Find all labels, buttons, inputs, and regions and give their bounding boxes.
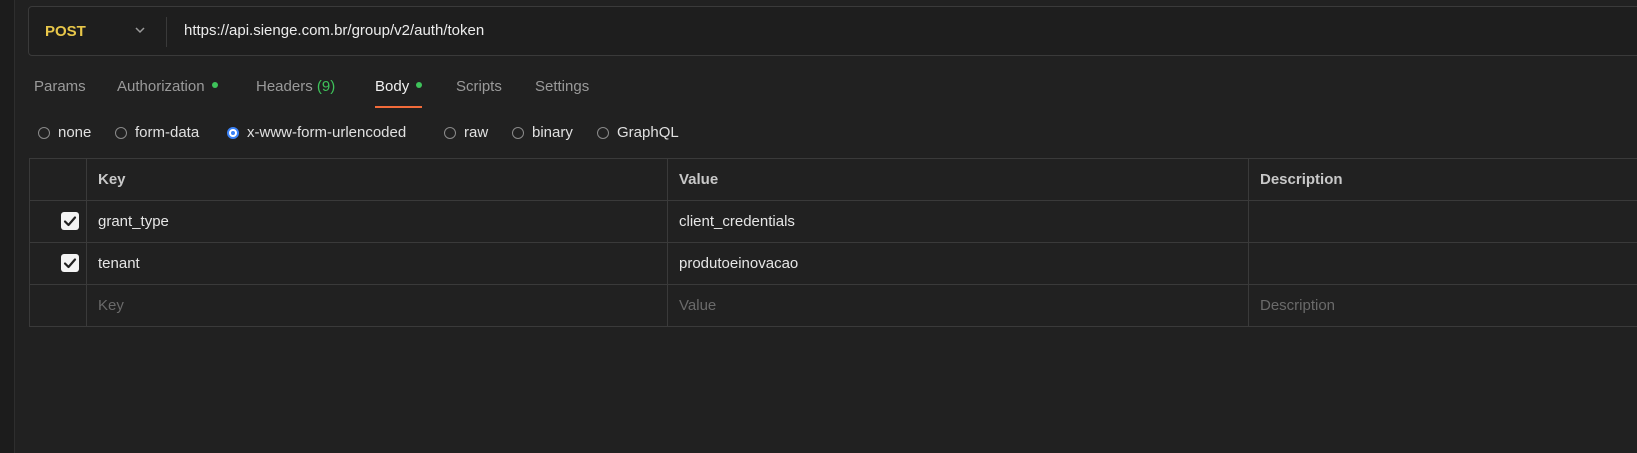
tab-authorization[interactable]: Authorization [117,78,218,108]
radio-selected-icon [227,126,239,139]
table-row: grant_type client_credentials [29,201,1637,243]
description-input[interactable] [1248,243,1637,284]
description-input[interactable] [1248,201,1637,242]
request-url-bar: POST https://api.sienge.com.br/group/v2/… [28,6,1637,56]
radio-x-www-form-urlencoded[interactable]: x-www-form-urlencoded [227,124,406,141]
checkmark-icon [63,216,77,227]
url-divider [166,17,167,47]
radio-circle-icon [115,126,127,139]
radio-circle-icon [444,126,456,139]
new-key-input[interactable]: Key [86,285,667,326]
radio-graphql[interactable]: GraphQL [597,124,679,141]
table-row-new: Key Value Description [29,285,1637,327]
row-check-cell [29,201,86,242]
value-input[interactable]: produtoeinovacao [667,243,1248,284]
radio-label: binary [532,124,573,141]
active-tab-underline [375,106,423,108]
tab-label: Headers [256,78,313,95]
radio-circle-icon [38,126,50,139]
key-input[interactable]: grant_type [86,201,667,242]
radio-circle-icon [512,126,524,139]
status-dot-icon [416,82,423,89]
status-dot-icon [211,82,218,89]
tab-settings[interactable]: Settings [535,78,589,108]
radio-label: form-data [135,124,200,141]
value-input[interactable]: client_credentials [667,201,1248,242]
column-header-key: Key [86,159,667,200]
radio-label: GraphQL [617,124,679,141]
chevron-down-icon[interactable] [133,23,147,37]
tab-headers[interactable]: Headers (9) [256,78,335,108]
key-input[interactable]: tenant [86,243,667,284]
body-params-table: Key Value Description grant_type client_… [29,158,1637,327]
tab-label: Body [375,78,410,95]
new-value-input[interactable]: Value [667,285,1248,326]
radio-none[interactable]: none [38,124,91,141]
tab-label: Params [34,78,86,95]
row-checkbox[interactable] [61,254,79,272]
tab-label: Scripts [456,78,502,95]
radio-raw[interactable]: raw [444,124,488,141]
radio-binary[interactable]: binary [512,124,573,141]
url-input[interactable]: https://api.sienge.com.br/group/v2/auth/… [184,22,484,39]
radio-label: raw [464,124,489,141]
tab-body[interactable]: Body [375,78,423,108]
tab-count-badge: (9) [316,78,336,95]
left-sidebar-strip [0,0,15,453]
row-check-cell [29,243,86,284]
header-check-cell [29,159,86,200]
checkmark-icon [63,258,77,269]
radio-label: none [58,124,92,141]
radio-label: x-www-form-urlencoded [247,124,407,141]
tab-scripts[interactable]: Scripts [456,78,502,108]
column-header-value: Value [667,159,1248,200]
row-checkbox[interactable] [61,212,79,230]
table-row: tenant produtoeinovacao [29,243,1637,285]
radio-form-data[interactable]: form-data [115,124,199,141]
method-select[interactable]: POST [45,23,86,40]
tab-label: Authorization [117,78,205,95]
table-header-row: Key Value Description [29,159,1637,201]
new-description-input[interactable]: Description [1248,285,1637,326]
row-check-cell [29,285,86,326]
column-header-description: Description [1248,159,1637,200]
radio-circle-icon [597,126,609,139]
tab-label: Settings [535,78,590,95]
tab-params[interactable]: Params [34,78,86,108]
